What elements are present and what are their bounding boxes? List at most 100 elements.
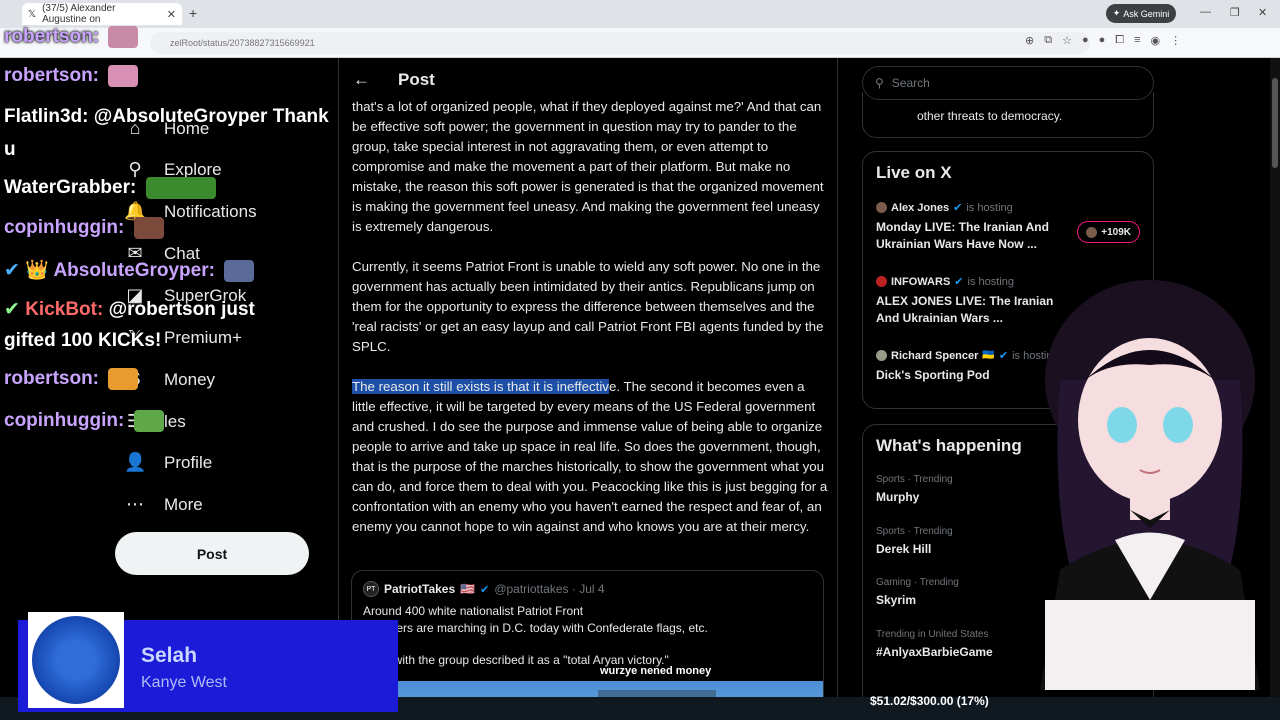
install-icon[interactable]: ⧉ <box>1044 34 1052 47</box>
extension-icon[interactable]: ● <box>1082 34 1089 47</box>
trend-item[interactable]: Sports · Trending Derek Hill <box>876 526 953 556</box>
nav-premium-label: Premium+ <box>164 327 242 347</box>
trend-name: Skyrim <box>876 593 917 607</box>
scrollbar-thumb[interactable] <box>1272 78 1278 168</box>
verified-badge-icon: ✔ <box>480 583 490 596</box>
verified-badge-icon: ✔ <box>4 299 20 320</box>
trend-name: #AnlyaxBarbieGame <box>876 645 993 659</box>
avatar <box>876 350 887 361</box>
tab-title: (37/5) Alexander Augustine on <box>42 3 116 25</box>
kebab-menu-icon[interactable]: ⋮ <box>1170 34 1181 47</box>
avatar <box>876 202 887 213</box>
post-paragraph: Currently, it seems Patriot Front is una… <box>352 259 824 354</box>
minimize-icon[interactable]: — <box>1200 6 1211 18</box>
restore-icon[interactable]: ❐ <box>1230 6 1240 19</box>
trend-category: Gaming · Trending <box>876 577 959 588</box>
live-host-line: Alex Jones ✔ is hosting <box>876 201 1146 214</box>
quote-header: PT PatriotTakes 🇺🇸 ✔ @patriottakes · Jul… <box>363 581 605 597</box>
trend-item[interactable]: Trending in United States #AnlyaxBarbieG… <box>876 629 993 659</box>
ukraine-flag-icon: 🇺🇦 <box>982 350 995 361</box>
chat-message: u <box>4 139 16 161</box>
song-title: Selah <box>141 644 198 667</box>
chat-message: robertson: <box>4 65 139 87</box>
person-icon: 👤 <box>124 452 147 472</box>
page-title: Post <box>398 70 435 89</box>
url-text: zelRoot/status/20738827315669921 <box>170 38 315 48</box>
emote-icon <box>108 26 139 48</box>
trend-category: Sports · Trending <box>876 526 953 537</box>
donation-goal-text: $51.02/$300.00 (17%) <box>870 694 989 708</box>
menu-icon[interactable]: ≡ <box>1134 34 1140 47</box>
news-snippet-text: other threats to democracy. <box>917 109 1063 123</box>
live-item[interactable]: Alex Jones ✔ is hosting Monday LIVE: The… <box>876 201 1146 253</box>
chat-username: copinhuggin: <box>4 410 125 432</box>
us-flag-icon: 🇺🇸 <box>460 582 476 596</box>
album-art <box>28 612 124 708</box>
gemini-icon: ✦ <box>1112 8 1121 18</box>
chat-username: robertson: <box>4 65 99 87</box>
emote-icon <box>133 217 164 239</box>
trend-item[interactable]: Gaming · Trending Skyrim <box>876 577 959 607</box>
emote-icon <box>108 65 139 87</box>
quote-line: members are marching in D.C. today with … <box>363 621 708 635</box>
url-field[interactable]: zelRoot/status/20738827315669921 <box>150 32 1090 54</box>
post-text: e. The second it becomes even a little e… <box>352 379 828 534</box>
avatar[interactable]: PT <box>363 581 379 597</box>
chat-text: gifted 100 KICKs! <box>4 330 162 351</box>
search-icon: ⚲ <box>875 76 884 90</box>
chat-username: robertson: <box>4 26 99 48</box>
vtuber-avatar <box>1040 280 1260 690</box>
x-logo-icon: 𝕏 <box>28 8 37 20</box>
back-arrow-icon[interactable]: ← <box>353 70 370 90</box>
quote-author-name[interactable]: PatriotTakes <box>384 582 455 596</box>
nav-more-label: More <box>164 494 203 514</box>
chat-username: Flatlin3d: <box>4 106 89 127</box>
ask-gemini-button[interactable]: ✦ Ask Gemini <box>1106 4 1176 23</box>
chat-message: gifted 100 KICKs! <box>4 330 161 352</box>
toolbar-icons: ⊕ ⧉ ☆ ● ● ⧠ ≡ ◉ ⋮ <box>1025 34 1181 47</box>
nav-money-label: Money <box>164 369 216 389</box>
bookmark-star-icon[interactable]: ☆ <box>1062 34 1072 47</box>
trend-name: Murphy <box>876 490 920 504</box>
browser-tab[interactable]: 𝕏 (37/5) Alexander Augustine on ✕ <box>22 3 182 25</box>
extensions-puzzle-icon[interactable]: ⧠ <box>1115 34 1124 47</box>
live-host-name: INFOWARS <box>891 275 951 288</box>
trend-name: Derek Hill <box>876 542 932 556</box>
close-tab-icon[interactable]: ✕ <box>167 8 176 21</box>
badge-icon: ✔ 👑 <box>4 260 49 281</box>
chat-username: AbsoluteGroyper: <box>53 260 215 281</box>
chat-message: WaterGrabber: <box>4 177 216 199</box>
emote-icon <box>108 368 139 390</box>
more-icon: ⋯ <box>126 494 144 514</box>
chat-message: Flatlin3d: @AbsoluteGroyper Thank <box>4 106 329 128</box>
chat-message: copinhuggin: <box>4 217 164 239</box>
post-button[interactable]: Post <box>115 532 309 575</box>
profile-avatar-icon[interactable]: ◉ <box>1151 34 1161 47</box>
trend-category: Sports · Trending <box>876 474 953 485</box>
selected-text[interactable]: The reason it still exists is that it is… <box>352 379 609 394</box>
listener-count: +109K <box>1101 226 1131 238</box>
whats-happening-title: What's happening <box>876 436 1022 455</box>
zoom-icon[interactable]: ⊕ <box>1025 34 1034 47</box>
nav-more[interactable]: ⋯ More <box>124 494 203 515</box>
chat-message: ✔ KickBot: @robertson just <box>4 298 255 321</box>
trend-category: Trending in United States <box>876 629 989 640</box>
quote-text: Around 400 white nationalist Patriot Fro… <box>363 603 813 637</box>
song-artist: Kanye West <box>141 674 227 691</box>
live-status: is hosting <box>967 275 1014 288</box>
close-window-icon[interactable]: ✕ <box>1258 6 1267 19</box>
chat-message: ✔ 👑 AbsoluteGroyper: <box>4 258 255 282</box>
trend-item[interactable]: Sports · Trending Murphy <box>876 474 953 504</box>
chat-username: robertson: <box>4 368 99 390</box>
chat-text: u <box>4 139 16 160</box>
nav-profile[interactable]: 👤 Profile <box>124 452 212 473</box>
ask-gemini-label: Ask Gemini <box>1123 8 1170 19</box>
new-tab-icon[interactable]: + <box>189 5 197 21</box>
extension-icon-2[interactable]: ● <box>1099 34 1106 47</box>
avatar <box>876 276 887 287</box>
verified-badge-icon: ✔ <box>953 202 963 214</box>
now-playing-widget: Selah Kanye West <box>18 612 398 712</box>
listener-count-badge: +109K <box>1077 221 1140 243</box>
overlay-caption: wurzye nened money <box>600 665 712 677</box>
nav-notifications-label: Notifications <box>164 201 257 221</box>
